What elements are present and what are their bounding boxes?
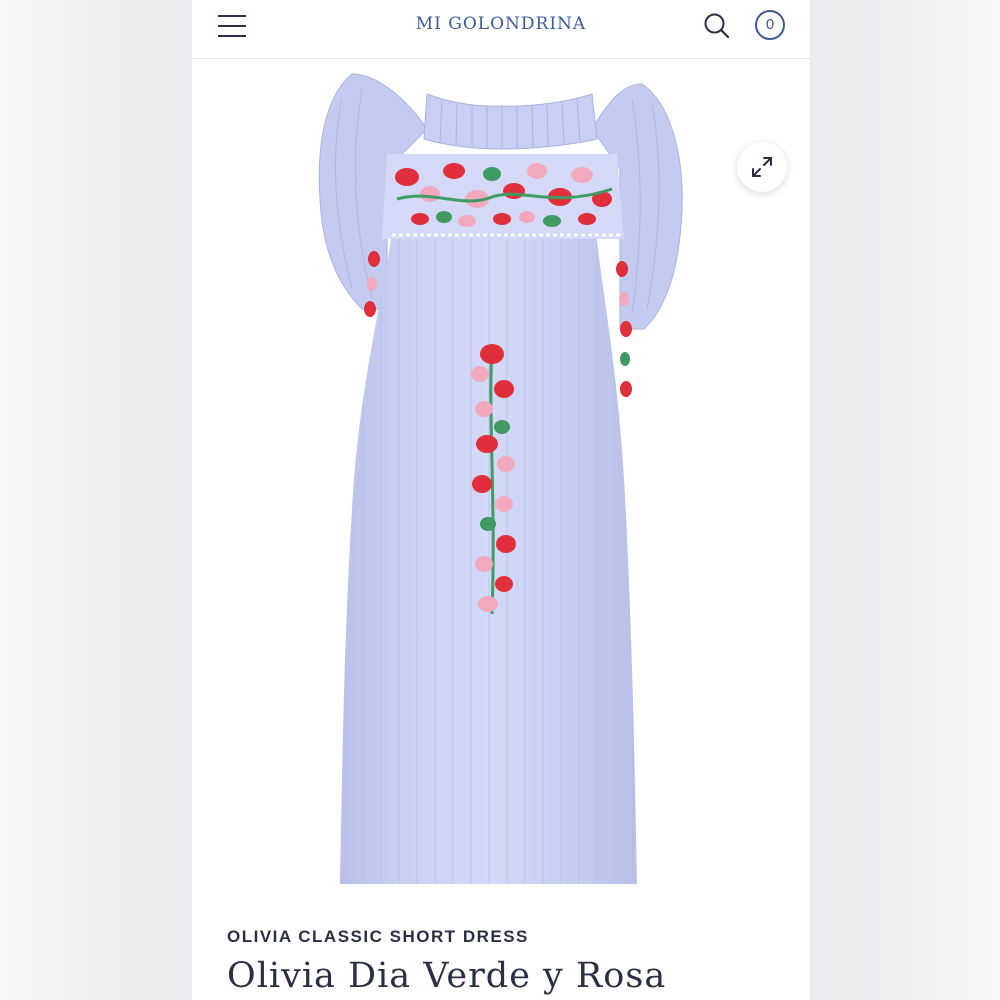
menu-icon-line xyxy=(218,35,246,37)
site-header: MI GOLONDRINA 0 xyxy=(192,0,810,59)
product-collection: OLIVIA CLASSIC SHORT DRESS xyxy=(227,927,529,946)
search-icon xyxy=(704,13,730,39)
mobile-page: MI GOLONDRINA 0 OLIVIA CLASSIC SHORT DRE… xyxy=(192,0,810,1000)
product-image xyxy=(318,73,683,884)
cart-button[interactable]: 0 xyxy=(755,10,785,40)
product-image-gallery[interactable] xyxy=(192,59,810,899)
ruffled-collar xyxy=(423,93,598,150)
background-left xyxy=(0,0,192,1000)
expand-icon xyxy=(752,157,772,177)
product-name: Olivia Dia Verde y Rosa xyxy=(227,956,667,996)
background-right xyxy=(810,0,1000,1000)
search-button[interactable] xyxy=(702,11,732,41)
fullscreen-button[interactable] xyxy=(737,142,787,192)
